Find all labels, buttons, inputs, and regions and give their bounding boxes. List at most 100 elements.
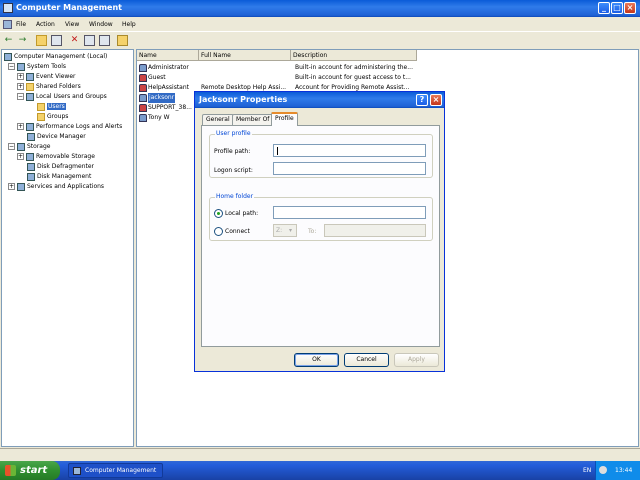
- disabled-user-icon: [139, 104, 147, 112]
- column-description[interactable]: Description: [291, 50, 417, 61]
- list-item[interactable]: Guest Built-in account for guest access …: [137, 73, 417, 83]
- maximize-button[interactable]: □: [611, 2, 623, 14]
- taskbar-item-computer-management[interactable]: Computer Management: [68, 463, 163, 478]
- profile-path-input[interactable]: [273, 144, 426, 157]
- tree-shared-folders[interactable]: + Shared Folders: [17, 82, 81, 92]
- console-tree[interactable]: Computer Management (Local) − System Tool…: [1, 49, 134, 447]
- to-label: To:: [308, 228, 317, 235]
- connect-label: Connect: [225, 228, 250, 235]
- tree-removable-storage[interactable]: + Removable Storage: [17, 152, 95, 162]
- folder-icon: [37, 102, 45, 111]
- user-profile-group: User profile Profile path: Logon script:: [209, 130, 433, 178]
- help-book-icon[interactable]: [117, 35, 128, 46]
- show-hide-tree-icon[interactable]: [51, 35, 62, 46]
- start-button[interactable]: start: [0, 461, 60, 480]
- disk-management-icon: [27, 172, 35, 181]
- dialog-title: Jacksonr Properties: [199, 95, 288, 104]
- local-path-input[interactable]: [273, 206, 426, 219]
- expand-icon[interactable]: +: [8, 183, 15, 190]
- user-icon: [139, 114, 147, 122]
- up-folder-icon[interactable]: [36, 35, 47, 46]
- profile-path-label: Profile path:: [214, 148, 251, 155]
- tree-users[interactable]: Users: [37, 102, 66, 112]
- menu-bar: File Action View Window Help: [0, 18, 640, 31]
- tree-storage[interactable]: − Storage: [8, 142, 50, 152]
- home-folder-group: Home folder Local path: Connect Z: ▾ To:: [209, 193, 433, 241]
- menu-file[interactable]: File: [16, 21, 26, 28]
- expand-icon[interactable]: +: [17, 153, 24, 160]
- collapse-icon[interactable]: −: [8, 143, 15, 150]
- radio-selected-dot: [217, 212, 220, 215]
- tab-member-of[interactable]: Member Of: [232, 114, 274, 125]
- computer-management-icon: [3, 3, 13, 13]
- dialog-title-bar[interactable]: Jacksonr Properties ? ×: [195, 92, 444, 108]
- mmc-icon[interactable]: [3, 20, 12, 29]
- shared-folder-icon: [26, 82, 34, 91]
- help-button[interactable]: ?: [416, 94, 428, 106]
- apply-button[interactable]: Apply: [394, 353, 439, 367]
- event-viewer-icon: [26, 72, 34, 81]
- computer-icon: [4, 52, 12, 61]
- collapse-icon[interactable]: −: [17, 93, 24, 100]
- tree-system-tools[interactable]: − System Tools: [8, 62, 66, 72]
- local-path-radio[interactable]: [214, 209, 223, 218]
- local-path-label: Local path:: [225, 210, 259, 217]
- users-groups-icon: [26, 92, 34, 101]
- list-item[interactable]: Administrator Built-in account for admin…: [137, 63, 417, 73]
- menu-action[interactable]: Action: [36, 21, 55, 28]
- back-arrow-icon[interactable]: ←: [3, 35, 14, 46]
- user-profile-group-label: User profile: [215, 130, 252, 137]
- connect-to-input[interactable]: [324, 224, 426, 237]
- performance-icon: [26, 122, 34, 131]
- status-bar: [0, 448, 640, 461]
- column-full-name[interactable]: Full Name: [199, 50, 291, 61]
- text-cursor: [277, 147, 278, 155]
- drive-letter-dropdown[interactable]: Z: ▾: [273, 224, 297, 237]
- properties-icon[interactable]: [84, 35, 95, 46]
- logon-script-label: Logon script:: [214, 167, 253, 174]
- expand-icon[interactable]: +: [17, 123, 24, 130]
- volume-icon[interactable]: [599, 466, 607, 474]
- clock: 13:44: [615, 467, 633, 474]
- title-bar[interactable]: Computer Management _ □ ×: [0, 0, 640, 17]
- forward-arrow-icon[interactable]: →: [17, 35, 28, 46]
- collapse-icon[interactable]: −: [8, 63, 15, 70]
- chevron-down-icon: ▾: [288, 227, 292, 234]
- user-icon: [139, 94, 147, 102]
- tree-disk-defragmenter[interactable]: Disk Defragmenter: [27, 162, 94, 172]
- column-name[interactable]: Name: [137, 50, 199, 61]
- tab-general[interactable]: General: [202, 114, 234, 125]
- menu-help[interactable]: Help: [122, 21, 136, 28]
- logon-script-input[interactable]: [273, 162, 426, 175]
- folder-icon: [37, 112, 45, 121]
- expand-icon[interactable]: +: [17, 83, 24, 90]
- refresh-icon[interactable]: [99, 35, 110, 46]
- tree-device-manager[interactable]: Device Manager: [27, 132, 86, 142]
- menu-view[interactable]: View: [65, 21, 79, 28]
- disabled-user-icon: [139, 84, 147, 92]
- tab-profile[interactable]: Profile: [271, 112, 298, 126]
- menu-window[interactable]: Window: [89, 21, 113, 28]
- tools-icon: [17, 62, 25, 71]
- cancel-button[interactable]: Cancel: [344, 353, 389, 367]
- connect-radio[interactable]: [214, 227, 223, 236]
- language-indicator[interactable]: EN: [583, 467, 591, 474]
- tree-local-users-groups[interactable]: − Local Users and Groups: [17, 92, 107, 102]
- close-button[interactable]: ×: [624, 2, 636, 14]
- windows-logo-icon: [5, 465, 16, 476]
- tree-perf-logs[interactable]: + Performance Logs and Alerts: [17, 122, 122, 132]
- removable-storage-icon: [26, 152, 34, 161]
- delete-icon[interactable]: ✕: [69, 35, 80, 46]
- minimize-button[interactable]: _: [598, 2, 610, 14]
- tree-services-apps[interactable]: + Services and Applications: [8, 182, 104, 192]
- tree-disk-management[interactable]: Disk Management: [27, 172, 91, 182]
- tree-groups[interactable]: Groups: [37, 112, 68, 122]
- tree-event-viewer[interactable]: + Event Viewer: [17, 72, 76, 82]
- defragmenter-icon: [27, 162, 35, 171]
- dialog-close-button[interactable]: ×: [430, 94, 442, 106]
- properties-dialog: Jacksonr Properties ? × General Member O…: [194, 91, 445, 372]
- window-title: Computer Management: [16, 3, 122, 12]
- tree-root[interactable]: Computer Management (Local): [4, 52, 107, 62]
- expand-icon[interactable]: +: [17, 73, 24, 80]
- ok-button[interactable]: OK: [294, 353, 339, 367]
